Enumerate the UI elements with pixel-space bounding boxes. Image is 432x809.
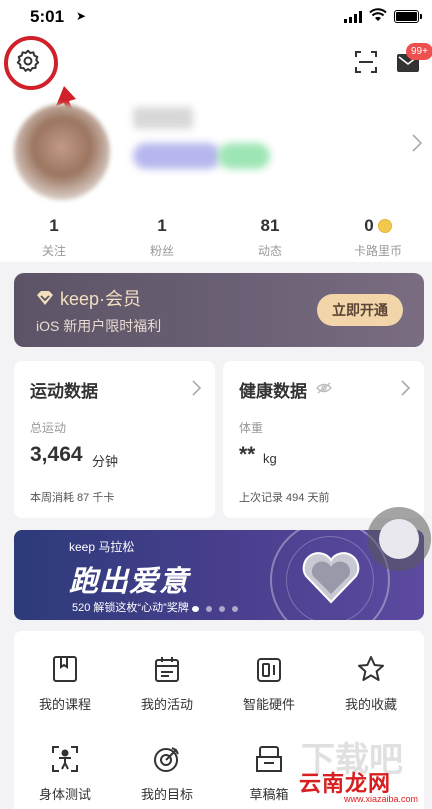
status-bar: 5:01 ➤ <box>0 0 432 34</box>
stat-followers[interactable]: 1 粉丝 <box>108 216 216 259</box>
carousel-dots <box>192 606 238 612</box>
user-tag-blurred <box>218 143 270 169</box>
grid-label: 身体测试 <box>38 787 91 802</box>
card-value: ** <box>239 443 256 466</box>
stat-following[interactable]: 1 关注 <box>0 216 108 259</box>
card-title: 健康数据 <box>239 382 307 401</box>
grid-item-smart-hardware[interactable]: 智能硬件 <box>218 655 320 713</box>
notification-badge: 99+ <box>406 43 432 60</box>
carousel-dot <box>192 606 199 612</box>
card-label: 总运动 <box>30 421 67 435</box>
card-unit: kg <box>263 451 277 466</box>
book-icon <box>53 656 77 682</box>
stat-value: 81 <box>260 216 280 235</box>
vip-brand: keep·会员 <box>36 285 141 311</box>
drafts-icon <box>256 746 282 772</box>
grid-item-activities[interactable]: 我的活动 <box>116 655 218 713</box>
stat-label: 关注 <box>41 244 66 258</box>
banner-brand: keep 马拉松 <box>69 540 135 554</box>
activate-membership-button[interactable]: 立即开通 <box>317 294 403 326</box>
calendar-icon <box>155 657 179 682</box>
battery-icon <box>394 10 422 23</box>
stat-label: 动态 <box>257 244 282 258</box>
stat-calorie-coins[interactable]: 0 卡路里币 <box>324 216 432 259</box>
stat-label: 粉丝 <box>149 244 174 258</box>
cellular-signal-icon <box>344 11 362 23</box>
carousel-dot <box>232 606 238 612</box>
target-icon <box>154 747 179 772</box>
card-unit: 分钟 <box>92 454 119 469</box>
keep-diamond-icon <box>37 291 53 305</box>
banner-subtitle: 520 解锁这枚“心动”奖牌 <box>72 602 189 614</box>
card-footer: 上次记录 494 天前 <box>239 492 330 504</box>
settings-highlight-circle <box>4 36 58 90</box>
stats-row: 1 关注 1 粉丝 81 动态 0 卡路里币 <box>0 204 432 262</box>
watermark-url: www.xiazaiba.com <box>344 794 419 804</box>
carousel-dot <box>206 606 212 612</box>
grid-label: 我的课程 <box>38 697 91 712</box>
banner-title: 跑出爱意 <box>69 566 190 598</box>
device-icon <box>257 658 281 682</box>
grid-item-favorites[interactable]: 我的收藏 <box>320 655 422 713</box>
user-tag-blurred <box>133 143 221 169</box>
card-label: 体重 <box>239 421 264 435</box>
scan-icon[interactable] <box>355 51 377 73</box>
grid-item-body-test[interactable]: 身体测试 <box>14 745 116 803</box>
vip-subtitle: iOS 新用户限时福利 <box>36 318 162 334</box>
grid-label: 我的目标 <box>140 787 193 802</box>
coin-icon <box>377 219 392 233</box>
chevron-right-icon[interactable] <box>412 134 422 152</box>
star-icon <box>358 656 384 681</box>
eye-hidden-icon[interactable] <box>316 382 332 394</box>
heart-medal-icon <box>302 552 360 604</box>
profile-header: 99+ <box>0 34 432 204</box>
chevron-right-icon <box>192 380 201 396</box>
body-test-icon <box>52 746 78 772</box>
grid-label: 智能硬件 <box>242 697 295 712</box>
wifi-icon <box>369 8 387 21</box>
stat-label: 卡路里币 <box>353 244 402 258</box>
card-footer: 本周消耗 87 千卡 <box>30 492 115 504</box>
sport-data-card[interactable]: 运动数据 总运动 3,464 分钟 本周消耗 87 千卡 <box>14 361 215 518</box>
grid-item-goals[interactable]: 我的目标 <box>116 745 218 803</box>
stat-value: 1 <box>49 216 59 235</box>
assistive-touch-button[interactable] <box>367 507 431 571</box>
card-title: 运动数据 <box>30 382 98 401</box>
stat-value: 0 <box>364 216 374 235</box>
marathon-banner[interactable]: keep 马拉松 跑出爱意 520 解锁这枚“心动”奖牌 <box>14 530 424 620</box>
card-value: 3,464 <box>30 443 83 466</box>
location-arrow-icon: ➤ <box>76 9 87 23</box>
grid-label: 我的活动 <box>140 697 193 712</box>
vip-brand-text: keep·会员 <box>60 289 142 309</box>
avatar[interactable] <box>14 104 110 200</box>
username-blurred <box>133 107 193 129</box>
health-data-card[interactable]: 健康数据 体重 ** kg 上次记录 494 天前 <box>223 361 424 518</box>
stat-value: 1 <box>157 216 167 235</box>
membership-banner[interactable]: keep·会员 iOS 新用户限时福利 立即开通 <box>14 273 424 347</box>
carousel-dot <box>219 606 225 612</box>
grid-label: 我的收藏 <box>344 697 397 712</box>
stat-posts[interactable]: 81 动态 <box>216 216 324 259</box>
stat-value-wrap: 0 <box>364 216 392 236</box>
grid-item-courses[interactable]: 我的课程 <box>14 655 116 713</box>
chevron-right-icon <box>401 380 410 396</box>
status-time: 5:01 <box>30 7 65 26</box>
